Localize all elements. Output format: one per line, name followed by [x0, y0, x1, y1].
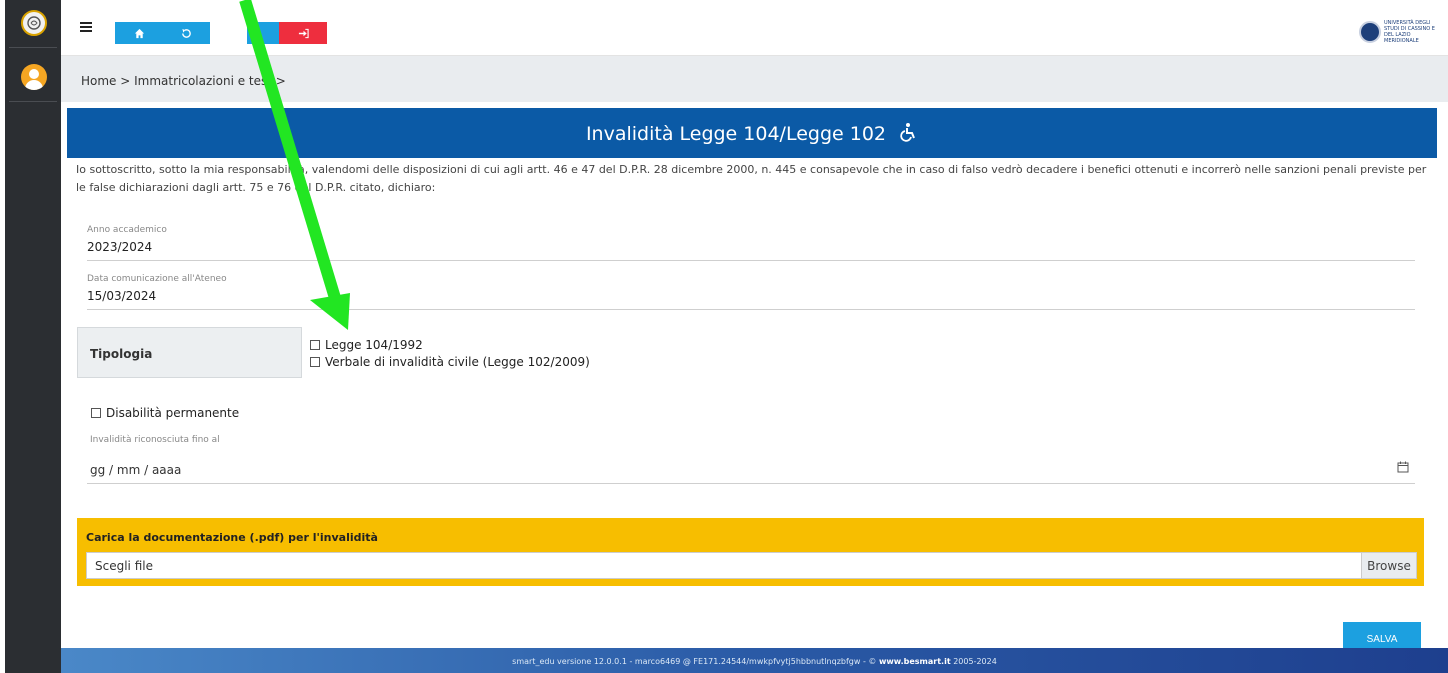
history-icon	[181, 28, 191, 38]
invalidita-date-input[interactable]: gg / mm / aaaa	[87, 451, 1415, 484]
university-seal-icon	[1359, 21, 1381, 43]
browse-button[interactable]: Browse	[1361, 553, 1416, 578]
hamburger-menu-icon[interactable]	[80, 22, 92, 32]
disabilita-permanente-checkbox[interactable]	[91, 408, 101, 418]
declaration-text: Io sottoscritto, sotto la mia responsabi…	[76, 163, 1427, 194]
data-comunicazione-field: Data comunicazione all'Ateneo 15/03/2024	[87, 274, 1415, 310]
top-bar: UNIVERSITÀ DEGLI STUDI DI CASSINO E DEL …	[61, 0, 1448, 56]
legge-104-checkbox[interactable]	[310, 340, 320, 350]
sidebar-divider	[9, 47, 57, 48]
sidebar-divider	[9, 101, 57, 102]
page-title: Invalidità Legge 104/Legge 102	[585, 123, 887, 145]
upload-section: Carica la documentazione (.pdf) per l'in…	[77, 518, 1424, 586]
calendar-icon[interactable]	[1397, 461, 1409, 473]
sidebar	[5, 0, 61, 673]
upload-title: Carica la documentazione (.pdf) per l'in…	[86, 531, 378, 544]
invalidity-form-card: Invalidità Legge 104/Legge 102 Io sottos…	[67, 108, 1437, 656]
breadcrumb[interactable]: Home > Immatricolazioni e test >	[61, 56, 1448, 102]
wheelchair-icon	[898, 122, 918, 147]
footer: smart_edu versione 12.0.0.1 - marco6469 …	[61, 648, 1448, 673]
invalidita-fino-label: Invalidità riconosciuta fino al	[90, 435, 220, 445]
legge-104-option[interactable]: Legge 104/1992	[310, 338, 423, 352]
file-input[interactable]: Scegli file Browse	[86, 552, 1417, 579]
home-button[interactable]	[115, 22, 163, 44]
user-avatar[interactable]	[21, 64, 47, 90]
logout-button[interactable]	[279, 22, 327, 44]
app-logo[interactable]	[21, 10, 47, 36]
file-placeholder: Scegli file	[95, 559, 153, 573]
besmart-link[interactable]: www.besmart.it	[879, 657, 951, 666]
logout-icon	[298, 28, 309, 38]
university-logo: UNIVERSITÀ DEGLI STUDI DI CASSINO E DEL …	[1359, 20, 1438, 44]
card-header: Invalidità Legge 104/Legge 102	[67, 108, 1437, 158]
legge-102-checkbox[interactable]	[310, 357, 320, 367]
brain-icon	[27, 16, 41, 30]
tipologia-label: Tipologia	[77, 327, 302, 378]
copyright-years: 2005-2024	[953, 657, 997, 666]
home-icon	[134, 28, 144, 38]
history-button[interactable]	[162, 22, 210, 44]
legge-102-option[interactable]: Verbale di invalidità civile (Legge 102/…	[310, 355, 590, 369]
version-text: smart_edu versione 12.0.0.1 - marco6469 …	[512, 657, 877, 666]
anno-accademico-field: Anno accademico 2023/2024	[87, 225, 1415, 261]
disabilita-permanente-option[interactable]: Disabilità permanente	[91, 406, 239, 420]
